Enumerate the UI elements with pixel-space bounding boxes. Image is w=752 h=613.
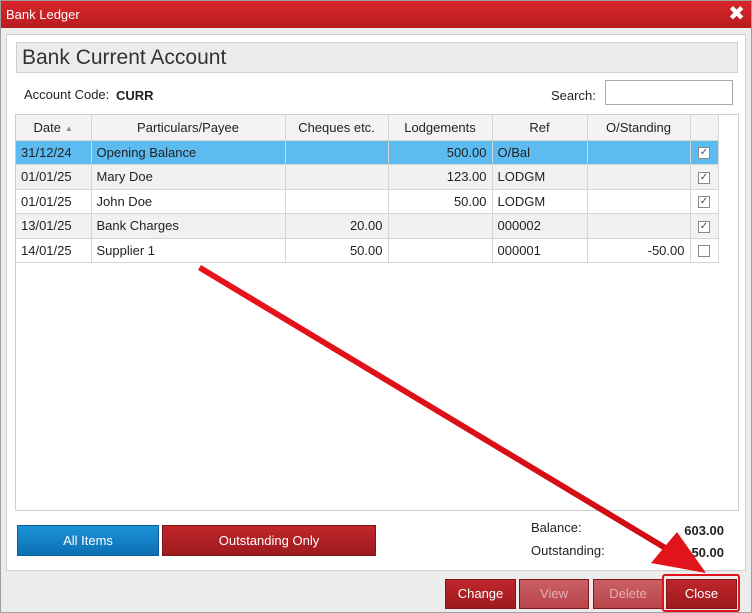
cell-lodgements: 123.00 — [388, 164, 493, 190]
column-header-outstanding[interactable]: O/Standing — [587, 115, 691, 141]
cell-cheques — [285, 164, 389, 190]
table-row[interactable]: 31/12/24 Opening Balance 500.00 O/Bal ✓ — [16, 140, 719, 165]
change-button[interactable]: Change — [445, 579, 516, 609]
cell-outstanding: -50.00 — [587, 238, 691, 263]
outstanding-only-button[interactable]: Outstanding Only — [162, 525, 376, 556]
view-button[interactable]: View — [519, 579, 589, 609]
cell-lodgements — [388, 238, 493, 263]
cell-ref: 000002 — [492, 213, 588, 239]
checkbox-checked[interactable]: ✓ — [698, 147, 710, 160]
window-title: Bank Ledger — [6, 7, 80, 22]
cell-cheques — [285, 140, 389, 165]
cell-check: ✓ — [690, 189, 719, 214]
cell-date: 01/01/25 — [16, 164, 92, 190]
search-input[interactable] — [605, 80, 733, 105]
cell-particulars: Bank Charges — [91, 213, 286, 239]
checkbox-checked[interactable]: ✓ — [698, 171, 710, 184]
checkbox-checked[interactable]: ✓ — [698, 220, 710, 233]
ledger-table: Date ▲ Particulars/Payee Cheques etc. Lod… — [16, 115, 719, 263]
page-title: Bank Current Account — [16, 42, 738, 73]
cell-particulars: John Doe — [91, 189, 286, 214]
cell-outstanding — [587, 140, 691, 165]
balance-value: 603.00 — [684, 523, 724, 538]
cell-cheques: 50.00 — [285, 238, 389, 263]
outstanding-value: -50.00 — [687, 545, 724, 560]
cell-check: ✓ — [690, 213, 719, 239]
column-header-check — [690, 115, 719, 141]
cell-date: 31/12/24 — [16, 140, 92, 165]
column-header-date[interactable]: Date ▲ — [16, 115, 92, 141]
cell-ref: 000001 — [492, 238, 588, 263]
cell-lodgements: 50.00 — [388, 189, 493, 214]
column-header-ref[interactable]: Ref — [492, 115, 588, 141]
column-header-lodgements[interactable]: Lodgements — [388, 115, 493, 141]
table-row[interactable]: 01/01/25 John Doe 50.00 LODGM ✓ — [16, 189, 719, 214]
cell-outstanding — [587, 213, 691, 239]
table-row[interactable]: 14/01/25 Supplier 1 50.00 000001 -50.00 — [16, 238, 719, 263]
cell-particulars: Opening Balance — [91, 140, 286, 165]
cell-particulars: Mary Doe — [91, 164, 286, 190]
sort-ascending-icon: ▲ — [65, 123, 73, 133]
search-label: Search: — [551, 88, 596, 103]
column-header-cheques[interactable]: Cheques etc. — [285, 115, 389, 141]
cell-date: 13/01/25 — [16, 213, 92, 239]
all-items-button[interactable]: All Items — [17, 525, 159, 556]
table-row[interactable]: 01/01/25 Mary Doe 123.00 LODGM ✓ — [16, 164, 719, 190]
table-row[interactable]: 13/01/25 Bank Charges 20.00 000002 ✓ — [16, 213, 719, 239]
cell-ref: LODGM — [492, 189, 588, 214]
cell-particulars: Supplier 1 — [91, 238, 286, 263]
cell-outstanding — [587, 164, 691, 190]
account-code-label: Account Code: — [24, 87, 110, 102]
cell-check: ✓ — [690, 164, 719, 190]
cell-ref: O/Bal — [492, 140, 588, 165]
column-header-particulars[interactable]: Particulars/Payee — [91, 115, 286, 141]
cell-date: 14/01/25 — [16, 238, 92, 263]
delete-button[interactable]: Delete — [593, 579, 663, 609]
cell-check — [690, 238, 719, 263]
cell-check: ✓ — [690, 140, 719, 165]
account-code-value: CURR — [116, 88, 154, 103]
cell-outstanding — [587, 189, 691, 214]
close-icon[interactable]: ✖ — [728, 3, 745, 25]
checkbox-checked[interactable]: ✓ — [698, 196, 710, 209]
outstanding-label: Outstanding: — [531, 543, 605, 558]
bank-ledger-window: Bank Ledger ✖ Bank Current Account Accou… — [0, 0, 752, 613]
close-button-highlight — [662, 574, 740, 612]
ledger-grid: Date ▲ Particulars/Payee Cheques etc. Lod… — [15, 114, 739, 511]
cell-date: 01/01/25 — [16, 189, 92, 214]
balance-label: Balance: — [531, 520, 582, 535]
cell-ref: LODGM — [492, 164, 588, 190]
table-header-row: Date ▲ Particulars/Payee Cheques etc. Lod… — [16, 115, 719, 141]
cell-lodgements — [388, 213, 493, 239]
checkbox-unchecked[interactable] — [698, 245, 710, 258]
cell-lodgements: 500.00 — [388, 140, 493, 165]
cell-cheques: 20.00 — [285, 213, 389, 239]
title-bar: Bank Ledger ✖ — [1, 1, 751, 28]
cell-cheques — [285, 189, 389, 214]
column-header-label: Date — [33, 119, 62, 135]
main-panel: Bank Current Account Account Code: CURR … — [6, 34, 746, 571]
